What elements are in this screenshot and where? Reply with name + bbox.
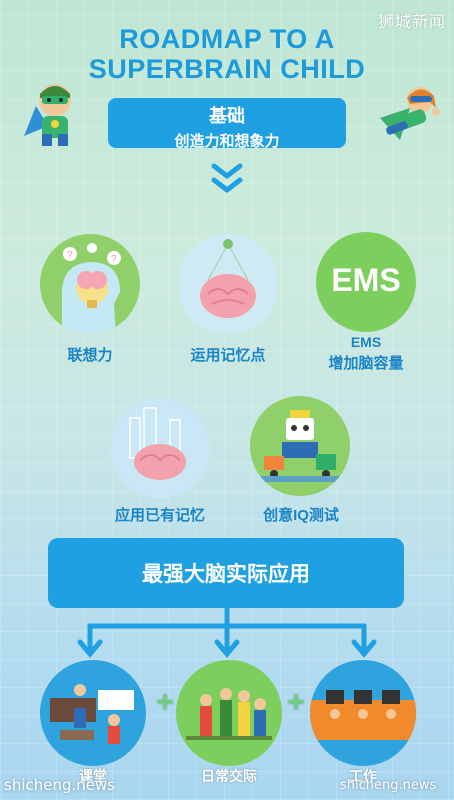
brain-city-icon bbox=[129, 407, 186, 480]
skill-label-memory-point: 运用记忆点 bbox=[190, 347, 266, 364]
skill-label-iq-test: 创意IQ测试 bbox=[263, 507, 339, 524]
iq-test-circle bbox=[250, 396, 350, 496]
skill-label-existing-memory: 应用已有记忆 bbox=[114, 507, 205, 524]
social-circle bbox=[176, 660, 282, 766]
ems-circle: EMS bbox=[316, 232, 416, 332]
work-circle bbox=[310, 660, 416, 766]
memory-point-circle bbox=[178, 234, 278, 334]
skill-label-ems: EMS bbox=[350, 334, 382, 350]
association-circle: ? ? bbox=[40, 234, 140, 334]
plus-sign-2: + bbox=[287, 686, 305, 719]
classroom-circle bbox=[40, 660, 146, 766]
double-chevron-down-icon bbox=[211, 163, 243, 193]
ems-badge-text: EMS bbox=[331, 262, 401, 298]
superhero-girl-illustration bbox=[380, 87, 440, 140]
title-line-1: ROADMAP TO A bbox=[119, 24, 335, 54]
watermark-bottom-right: shicheng.news bbox=[340, 778, 437, 793]
practical-application-box: 最强大脑实际应用 bbox=[48, 538, 404, 608]
branch-arrows bbox=[77, 606, 377, 658]
classroom-icon bbox=[50, 684, 134, 744]
head-lightbulb-icon: ? ? bbox=[61, 243, 121, 334]
skill-label-ems-capacity: 增加脑容量 bbox=[328, 355, 404, 372]
existing-memory-circle bbox=[110, 398, 210, 498]
svg-text:?: ? bbox=[67, 250, 73, 261]
svg-text:?: ? bbox=[111, 254, 117, 265]
superhero-boy-illustration bbox=[24, 84, 71, 146]
outcome-label-social: 日常交际 bbox=[201, 768, 257, 784]
skill-label-association: 联想力 bbox=[67, 347, 113, 364]
office-icon bbox=[310, 690, 416, 740]
title-line-2: SUPERBRAIN CHILD bbox=[88, 54, 366, 84]
brain-network-icon bbox=[200, 239, 256, 318]
foundation-title: 基础 bbox=[209, 106, 245, 126]
watermark-bottom-left: shicheng.news bbox=[4, 776, 116, 794]
foundation-subtitle: 创造力和想象力 bbox=[174, 133, 280, 150]
foundation-box: 基础 创造力和想象力 bbox=[108, 98, 346, 150]
people-group-icon bbox=[186, 688, 272, 740]
plus-sign-1: + bbox=[156, 686, 174, 719]
robot-city-icon bbox=[260, 410, 340, 482]
